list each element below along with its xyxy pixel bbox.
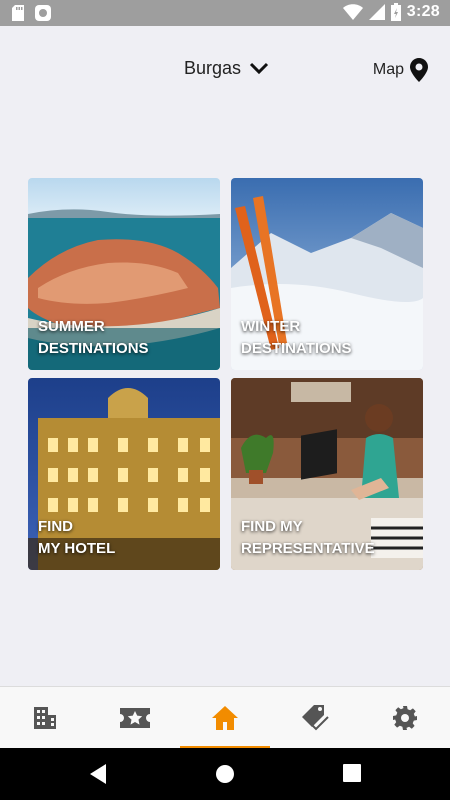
tile-label-line2: REPRESENTATIVE	[241, 540, 375, 557]
tile-label-line1: SUMMER	[38, 318, 105, 335]
tags-icon	[302, 704, 329, 730]
hotel-building-icon	[34, 706, 56, 729]
system-navigation-bar	[0, 748, 450, 800]
status-bar: 3:28	[0, 0, 450, 26]
status-time: 3:28	[406, 3, 440, 20]
tile-label-line1: FIND	[38, 518, 73, 535]
city-selector[interactable]: Burgas	[184, 58, 269, 79]
find-my-representative-tile[interactable]: FIND MY REPRESENTATIVE	[231, 378, 423, 570]
find-my-hotel-tile[interactable]: FIND MY HOTEL	[28, 378, 220, 570]
winter-destinations-tile[interactable]: WINTER DESTINATIONS	[231, 178, 423, 370]
summer-destinations-tile[interactable]: SUMMER DESTINATIONS	[28, 178, 220, 370]
recent-apps-icon[interactable]	[343, 764, 361, 782]
chevron-down-icon	[249, 62, 269, 74]
wifi-icon	[342, 4, 363, 20]
location-pin-icon	[410, 58, 428, 82]
settings-gear-icon	[393, 705, 417, 730]
tile-label-line1: FIND MY	[241, 518, 303, 535]
tile-label-line1: WINTER	[241, 318, 301, 335]
battery-icon	[390, 3, 401, 21]
city-name: Burgas	[184, 58, 242, 78]
circle-icon	[35, 5, 51, 21]
home-circle-icon[interactable]	[215, 764, 235, 784]
map-button[interactable]: Map	[373, 58, 428, 82]
nav-offers[interactable]	[90, 687, 180, 748]
sd-card-icon	[12, 5, 24, 21]
signal-icon	[368, 4, 385, 20]
nav-settings[interactable]	[360, 687, 450, 748]
back-icon[interactable]	[90, 764, 108, 784]
tile-label-line2: MY HOTEL	[38, 540, 116, 557]
home-icon	[212, 705, 238, 730]
bottom-navigation	[0, 686, 450, 748]
map-label: Map	[372, 61, 404, 78]
tile-label-line2: DESTINATIONS	[38, 340, 149, 357]
tile-label-line2: DESTINATIONS	[241, 340, 352, 357]
ticket-star-icon	[120, 707, 150, 728]
nav-deals[interactable]	[270, 687, 360, 748]
nav-hotels[interactable]	[0, 687, 90, 748]
header: Burgas Map	[0, 26, 450, 116]
nav-home[interactable]	[180, 687, 270, 748]
